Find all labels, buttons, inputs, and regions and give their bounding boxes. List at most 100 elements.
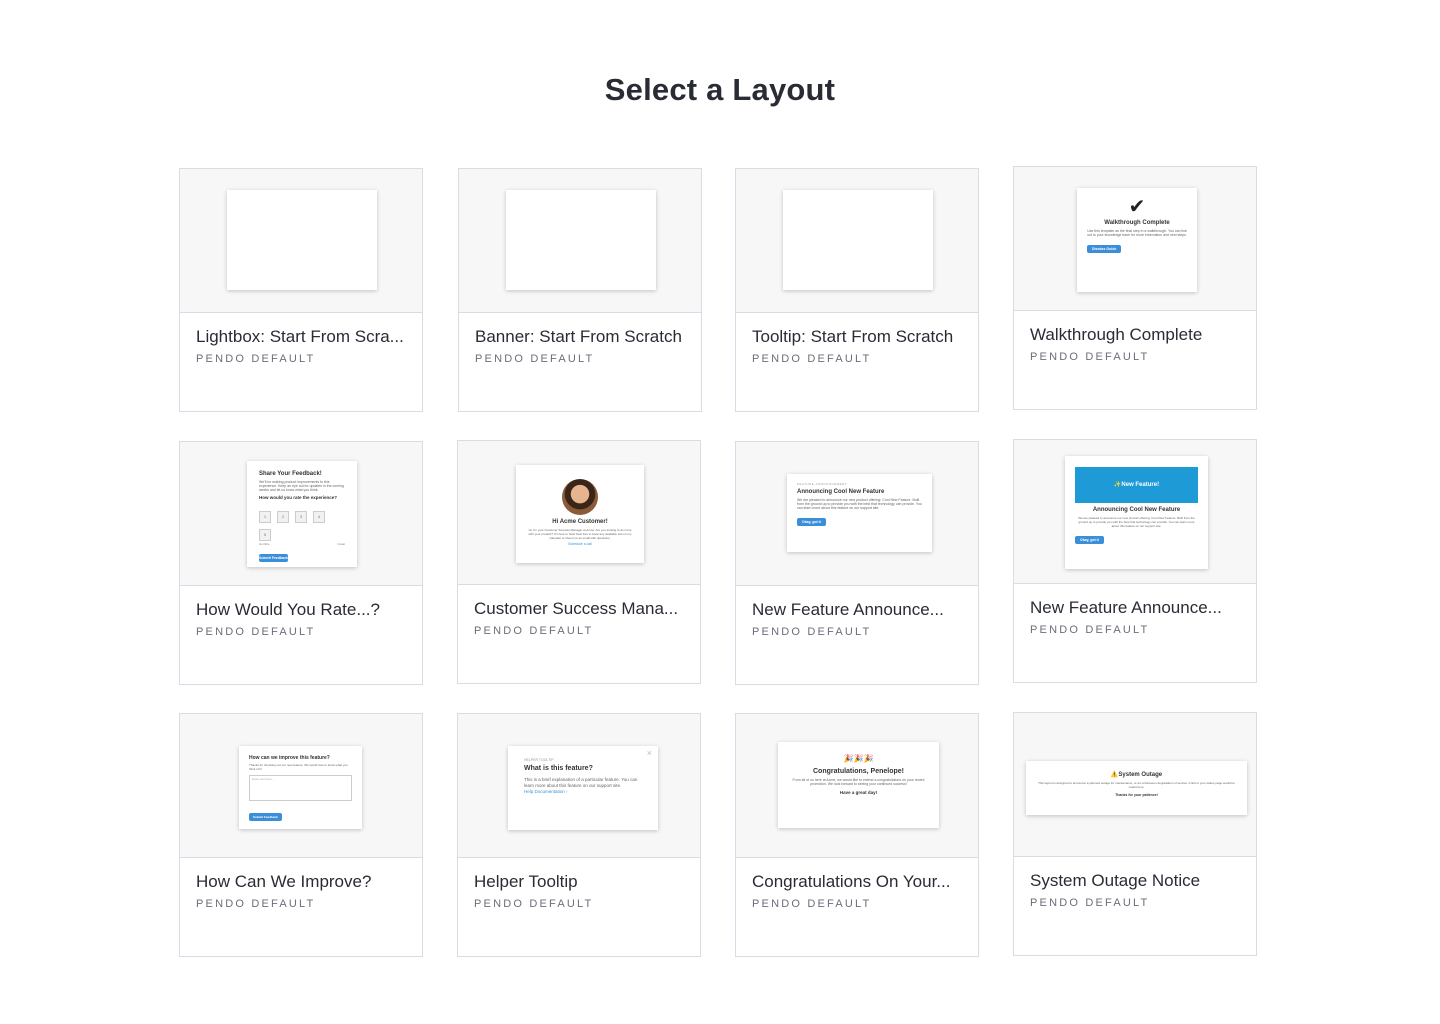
page-title: Select a Layout [604, 72, 836, 107]
card-preview: × HELPER TOOLTIP What is this feature? T… [458, 714, 700, 858]
rating-option: 2 [277, 511, 289, 523]
feedback-preview: Share Your Feedback! We'll be making pro… [247, 461, 357, 567]
preview-body: We'll be making product improvements to … [259, 480, 344, 492]
walkthrough-preview: ✔ Walkthrough Complete Use this template… [1077, 188, 1197, 292]
layout-card-new-feature-2[interactable]: ✨New Feature! Announcing Cool New Featur… [1013, 439, 1257, 683]
card-preview: ✔ Walkthrough Complete Use this template… [1014, 167, 1256, 311]
card-title: Walkthrough Complete [1030, 325, 1203, 344]
card-title: Helper Tooltip [474, 872, 578, 891]
card-subtitle: PENDO DEFAULT [1030, 351, 1150, 363]
rating-option: 5 [259, 529, 271, 541]
card-title: Banner: Start From Scratch [475, 327, 682, 346]
preview-link: Schedule a call [568, 542, 592, 546]
preview-eyebrow: HELPER TOOLTIP [524, 758, 554, 762]
preview-body: We are pleased to announce our new produ… [797, 498, 922, 510]
card-title: New Feature Announce... [1030, 598, 1222, 617]
card-preview [736, 169, 978, 313]
card-subtitle: PENDO DEFAULT [474, 898, 594, 910]
layout-card-rate-experience[interactable]: Share Your Feedback! We'll be making pro… [179, 441, 423, 685]
layout-card-improve[interactable]: How can we improve this feature? Thanks … [179, 713, 423, 957]
preview-heading: Congratulations, Penelope! [812, 768, 904, 775]
preview-body: Thanks for checking out our new feature.… [249, 763, 348, 771]
preview-eyebrow: FEATURE ANNOUNCEMENT [797, 482, 848, 486]
card-title: How Would You Rate...? [196, 600, 380, 619]
feature-announcement-preview: FEATURE ANNOUNCEMENT Announcing Cool New… [787, 474, 932, 552]
feature-banner-preview: ✨New Feature! Announcing Cool New Featur… [1065, 456, 1208, 569]
confetti-icon: 🎉🎉🎉 [843, 754, 874, 763]
preview-button: Okay, got it [1075, 536, 1104, 544]
layout-card-lightbox-scratch[interactable]: Lightbox: Start From Scra... PENDO DEFAU… [179, 168, 423, 412]
card-preview: How can we improve this feature? Thanks … [180, 714, 422, 858]
card-subtitle: PENDO DEFAULT [752, 353, 872, 365]
preview-heading: Announcing Cool New Feature [797, 489, 885, 495]
preview-heading: Announcing Cool New Feature [1092, 507, 1181, 513]
blank-banner-preview [506, 190, 656, 290]
rating-low-label: Horrible [259, 542, 270, 546]
card-subtitle: PENDO DEFAULT [196, 353, 316, 365]
layout-card-customer-success[interactable]: Hi Acme Customer! Hi, I'm your Customer … [457, 440, 701, 684]
layout-card-banner-scratch[interactable]: Banner: Start From Scratch PENDO DEFAULT [458, 168, 702, 412]
preview-body: Hi, I'm your Customer Success Manager at… [528, 528, 632, 540]
card-preview: 🎉🎉🎉 Congratulations, Penelope! From all … [736, 714, 978, 858]
card-preview: FEATURE ANNOUNCEMENT Announcing Cool New… [736, 442, 978, 586]
card-subtitle: PENDO DEFAULT [752, 626, 872, 638]
card-title: How Can We Improve? [196, 872, 372, 891]
card-subtitle: PENDO DEFAULT [474, 625, 594, 637]
card-preview [459, 169, 701, 313]
preview-button: Submit Feedback [249, 813, 282, 821]
preview-link: Help Documentation › [524, 788, 568, 794]
card-title: System Outage Notice [1030, 871, 1201, 890]
card-title: New Feature Announce... [752, 600, 944, 619]
layout-card-new-feature-1[interactable]: FEATURE ANNOUNCEMENT Announcing Cool New… [735, 441, 979, 685]
preview-heading: How can we improve this feature? [249, 755, 330, 761]
checkmark-badge-icon: ✔ [1128, 196, 1146, 218]
close-icon: × [646, 748, 652, 758]
rating-option: 1 [259, 511, 271, 523]
improve-preview: How can we improve this feature? Thanks … [239, 746, 362, 829]
csm-preview: Hi Acme Customer! Hi, I'm your Customer … [516, 465, 644, 563]
preview-button: Dismiss Guide [1087, 245, 1122, 253]
layout-card-tooltip-scratch[interactable]: Tooltip: Start From Scratch PENDO DEFAUL… [735, 168, 979, 412]
preview-footer: Have a great day! [839, 790, 878, 795]
outage-preview: ⚠️System Outage This layout is designed … [1026, 761, 1247, 815]
blank-lightbox-preview [227, 190, 377, 290]
preview-banner: ✨New Feature! [1075, 467, 1198, 503]
preview-button: Submit Feedback [259, 554, 288, 562]
blank-tooltip-preview [783, 190, 933, 290]
layout-card-walkthrough-complete[interactable]: ✔ Walkthrough Complete Use this template… [1013, 166, 1257, 410]
card-subtitle: PENDO DEFAULT [196, 626, 316, 638]
card-title: Tooltip: Start From Scratch [752, 327, 954, 346]
card-title: Congratulations On Your... [752, 872, 951, 891]
card-preview [180, 169, 422, 313]
layout-card-system-outage[interactable]: ⚠️System Outage This layout is designed … [1013, 712, 1257, 956]
preview-textarea: Enter text here... [249, 775, 352, 801]
card-title: Customer Success Mana... [474, 599, 679, 618]
layout-card-helper-tooltip[interactable]: × HELPER TOOLTIP What is this feature? T… [457, 713, 701, 957]
card-preview: ⚠️System Outage This layout is designed … [1014, 713, 1256, 857]
card-subtitle: PENDO DEFAULT [1030, 624, 1150, 636]
preview-body: From all of us here at Acme, we would li… [792, 778, 925, 786]
congrats-preview: 🎉🎉🎉 Congratulations, Penelope! From all … [778, 742, 939, 828]
card-preview: Share Your Feedback! We'll be making pro… [180, 442, 422, 586]
layout-card-congratulations[interactable]: 🎉🎉🎉 Congratulations, Penelope! From all … [735, 713, 979, 957]
preview-heading: Hi Acme Customer! [552, 519, 608, 525]
preview-body: This layout is designed to announce a pl… [1038, 781, 1235, 789]
rating-high-label: Great [337, 542, 345, 546]
preview-heading: Walkthrough Complete [1104, 220, 1170, 226]
card-subtitle: PENDO DEFAULT [752, 898, 872, 910]
card-title: Lightbox: Start From Scra... [196, 327, 404, 346]
card-preview: ✨New Feature! Announcing Cool New Featur… [1014, 440, 1256, 584]
preview-heading: Share Your Feedback! [259, 471, 322, 477]
rating-option: 4 [313, 511, 325, 523]
card-subtitle: PENDO DEFAULT [1030, 897, 1150, 909]
preview-question: How would you rate the experience? [259, 495, 338, 500]
rating-option: 3 [295, 511, 307, 523]
preview-body: We are pleased to announce our new produ… [1078, 516, 1195, 528]
preview-body: This is a brief explanation of a particu… [524, 777, 638, 788]
avatar [562, 479, 598, 515]
preview-heading: ⚠️System Outage [1110, 772, 1163, 778]
card-preview: Hi Acme Customer! Hi, I'm your Customer … [458, 441, 700, 585]
preview-heading: What is this feature? [524, 765, 593, 772]
tooltip-preview: × HELPER TOOLTIP What is this feature? T… [508, 746, 658, 830]
preview-footer: Thanks for your patience! [1115, 793, 1158, 797]
